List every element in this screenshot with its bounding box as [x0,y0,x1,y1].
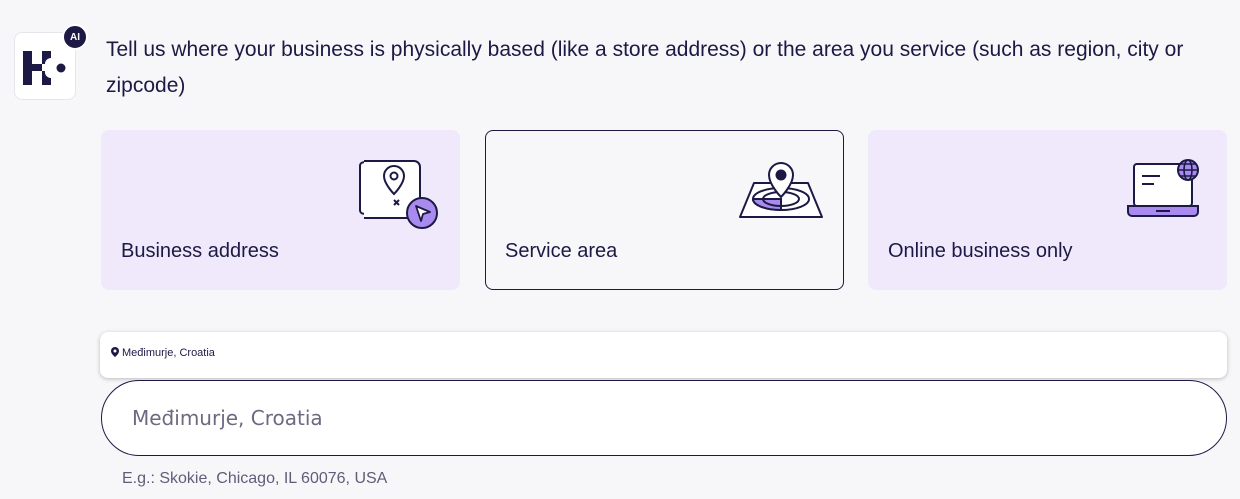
assistant-prompt: Tell us where your business is physicall… [106,38,1184,97]
suggestion-text: Međimurje, Croatia [122,347,215,359]
option-label: Online business only [888,240,1073,262]
map-pin-icon [111,347,119,357]
laptop-globe-icon [1127,159,1199,217]
location-hint: E.g.: Skokie, Chicago, IL 60076, USA [122,470,388,487]
assistant-logo-icon [23,51,66,85]
option-online-business-only[interactable]: Online business only [868,130,1227,290]
location-suggestion[interactable]: Međimurje, Croatia [100,332,1227,378]
option-service-area[interactable]: Service area [485,130,844,290]
option-label: Business address [121,240,279,262]
map-pin-cursor-icon [359,160,438,229]
location-target-icon [739,161,823,218]
ai-badge: AI [62,24,88,50]
option-business-address[interactable]: Business address [101,130,460,290]
option-label: Service area [505,240,618,262]
location-input[interactable] [101,380,1227,456]
